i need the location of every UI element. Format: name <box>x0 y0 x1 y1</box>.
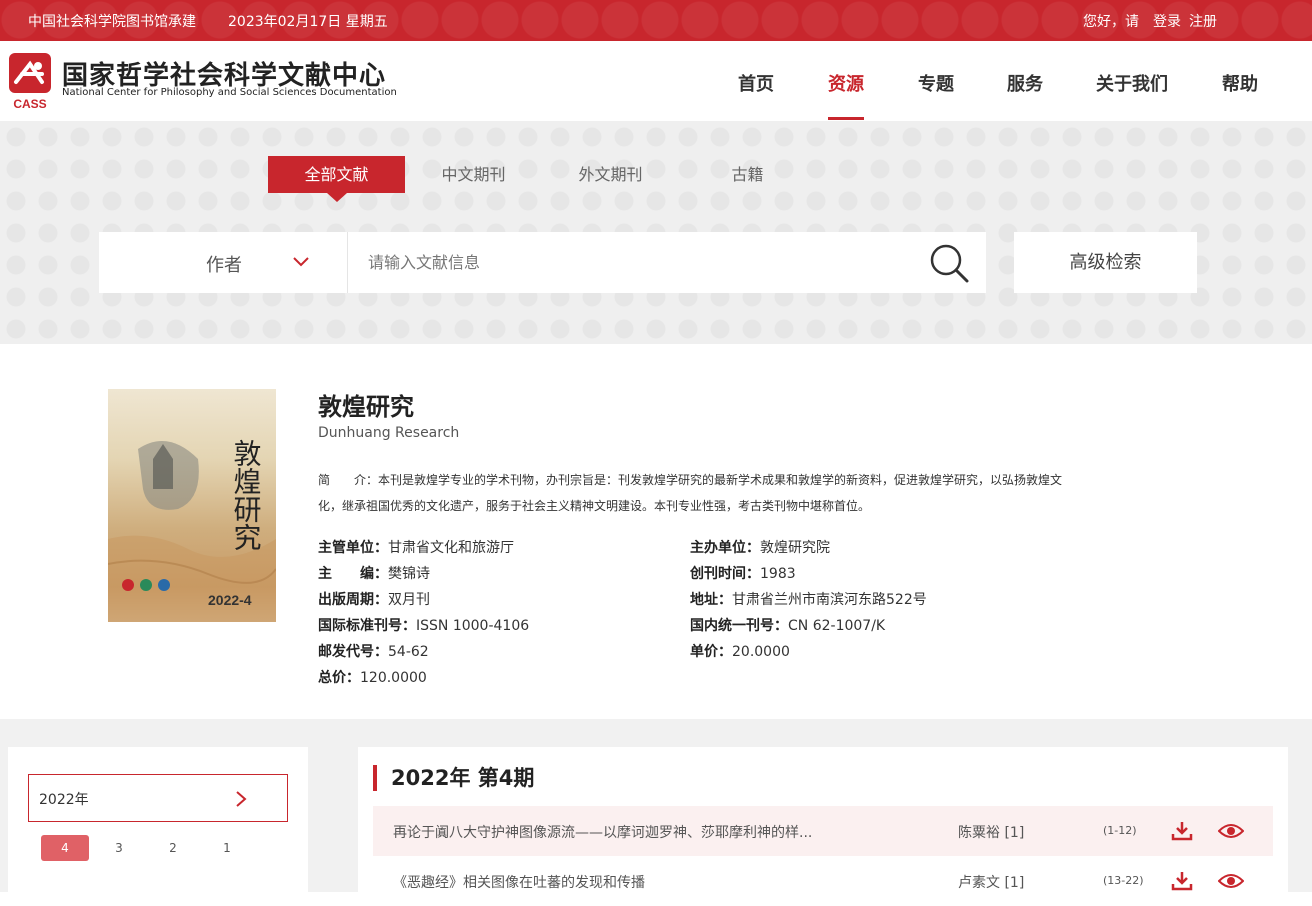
meta-founded: 创刊时间：1983 <box>690 566 796 582</box>
preview-eye-icon[interactable] <box>1218 821 1244 841</box>
cover-title: 敦煌研究 <box>230 439 263 551</box>
year-select[interactable]: 2022年 <box>28 774 288 822</box>
download-icon[interactable] <box>1171 820 1193 842</box>
meta-cn: 国内统一刊号：CN 62-1007/K <box>690 618 886 634</box>
meta-supervisor: 主管单位：甘肃省文化和旅游厅 <box>318 540 514 556</box>
year-sidebar: 2022年 4 3 2 1 <box>8 747 308 892</box>
issue-2-button[interactable]: 2 <box>149 835 197 861</box>
year-value: 2022年 <box>39 792 89 808</box>
issue-4-button[interactable]: 4 <box>41 835 89 861</box>
search-input[interactable] <box>348 232 986 293</box>
journal-cover-image: 敦煌研究 2022-4 <box>108 389 276 622</box>
org-credit: 中国社会科学院图书馆承建 <box>28 14 196 30</box>
issue-heading: 2022年 第4期 <box>373 765 534 791</box>
cover-issue: 2022-4 <box>208 592 252 608</box>
tab-all-documents[interactable]: 全部文献 <box>268 156 405 193</box>
article-list: 2022年 第4期 再论于阗八大守护神图像源流——以摩诃迦罗神、莎耶摩利神的样.… <box>358 747 1288 892</box>
article-title-link[interactable]: 《恶趣经》相关图像在吐蕃的发现和传播 <box>393 872 645 892</box>
meta-total-price: 总价：120.0000 <box>318 670 427 686</box>
article-pages: (13-22) <box>1103 874 1144 887</box>
logo-abbr: CASS <box>13 97 46 110</box>
search-field-value: 作者 <box>206 255 242 276</box>
meta-sponsor: 主办单位：敦煌研究院 <box>690 540 830 556</box>
article-pages: (1-12) <box>1103 824 1137 837</box>
meta-address: 地址：甘肃省兰州市南滨河东路522号 <box>690 592 927 608</box>
chevron-right-icon <box>236 791 247 807</box>
search-icon[interactable] <box>928 242 972 286</box>
active-tab-pointer <box>327 193 347 202</box>
article-author: 卢素文 [1] <box>958 875 1025 891</box>
login-link[interactable]: 登录 <box>1153 11 1181 31</box>
meta-editor: 主 编：樊锦诗 <box>318 566 430 582</box>
chevron-down-icon <box>293 257 309 267</box>
tab-ancient-books[interactable]: 古籍 <box>679 156 816 193</box>
current-date: 2023年02月17日 星期五 <box>228 14 388 30</box>
issue-3-button[interactable]: 3 <box>95 835 143 861</box>
greeting-text: 您好，请 <box>1083 14 1139 30</box>
nav-active-indicator <box>828 117 864 120</box>
article-title-link[interactable]: 再论于阗八大守护神图像源流——以摩诃迦罗神、莎耶摩利神的样... <box>393 822 812 842</box>
top-bar: 中国社会科学院图书馆承建 2023年02月17日 星期五 您好，请 登录 注册 <box>0 0 1312 41</box>
journal-intro: 简 介：本刊是敦煌学专业的学术刊物，办刊宗旨是：刊发敦煌学研究的最新学术成果和敦… <box>318 467 1068 519</box>
issue-browser: 2022年 4 3 2 1 2022年 第4期 再论于阗八大守护神图像源流——以… <box>0 719 1312 892</box>
nav-services[interactable]: 服务 <box>1007 70 1043 96</box>
cass-logo-icon[interactable]: CASS <box>8 52 54 110</box>
issue-1-button[interactable]: 1 <box>203 835 251 861</box>
meta-frequency: 出版周期：双月刊 <box>318 592 430 608</box>
nav-about[interactable]: 关于我们 <box>1096 70 1168 96</box>
intro-text: 本刊是敦煌学专业的学术刊物，办刊宗旨是：刊发敦煌学研究的最新学术成果和敦煌学的新… <box>318 473 1063 513</box>
preview-eye-icon[interactable] <box>1218 871 1244 891</box>
advanced-search-button[interactable]: 高级检索 <box>1014 232 1197 293</box>
search-section: 全部文献 中文期刊 外文期刊 古籍 作者 高级检索 <box>0 121 1312 344</box>
article-row: 《恶趣经》相关图像在吐蕃的发现和传播 卢素文 [1] (13-22) <box>373 856 1273 906</box>
intro-label: 简 介： <box>318 473 379 487</box>
tab-foreign-journals[interactable]: 外文期刊 <box>542 156 679 193</box>
nav-topics[interactable]: 专题 <box>918 70 954 96</box>
journal-title-en: Dunhuang Research <box>318 425 460 441</box>
nav-help[interactable]: 帮助 <box>1222 70 1258 96</box>
nav-resources[interactable]: 资源 <box>828 70 864 96</box>
search-field-select[interactable]: 作者 <box>99 232 348 293</box>
meta-postal-code: 邮发代号：54-62 <box>318 644 429 660</box>
meta-unit-price: 单价：20.0000 <box>690 644 790 660</box>
nav-home[interactable]: 首页 <box>738 70 774 96</box>
register-link[interactable]: 注册 <box>1189 11 1217 31</box>
site-header: CASS 国家哲学社会科学文献中心 National Center for Ph… <box>0 41 1312 121</box>
meta-issn: 国际标准刊号：ISSN 1000-4106 <box>318 618 530 634</box>
article-row: 再论于阗八大守护神图像源流——以摩诃迦罗神、莎耶摩利神的样... 陈粟裕 [1]… <box>373 806 1273 856</box>
site-title-en: National Center for Philosophy and Socia… <box>62 87 397 98</box>
tab-chinese-journals[interactable]: 中文期刊 <box>405 156 542 193</box>
download-icon[interactable] <box>1171 870 1193 892</box>
journal-title: 敦煌研究 <box>318 393 414 421</box>
article-author: 陈粟裕 [1] <box>958 825 1025 841</box>
